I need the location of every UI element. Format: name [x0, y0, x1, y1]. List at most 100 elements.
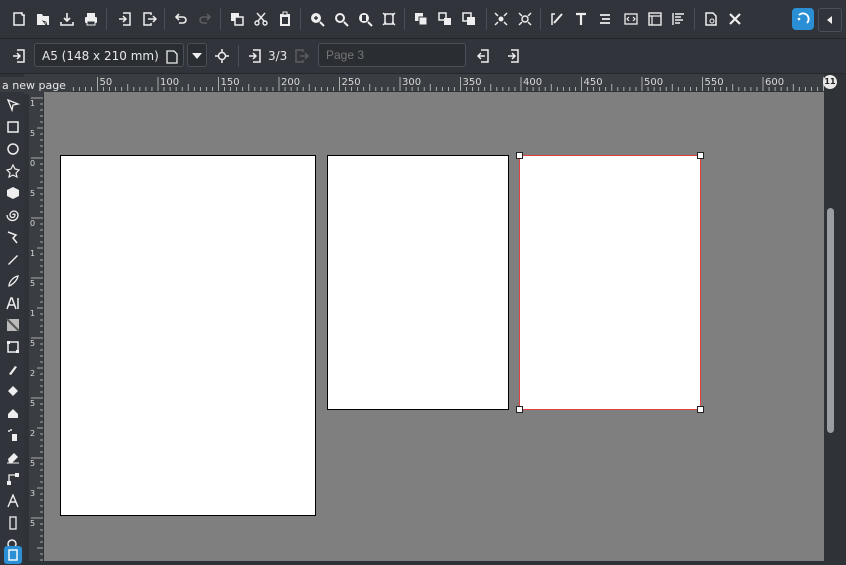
separator — [540, 8, 541, 30]
import-icon[interactable] — [114, 8, 136, 30]
lpe-tool-icon[interactable] — [4, 492, 22, 510]
ruler-label: 5 — [30, 279, 35, 288]
undo-icon[interactable] — [170, 8, 192, 30]
star-tool-icon[interactable] — [4, 162, 22, 180]
command-bar — [0, 0, 846, 39]
resize-handle[interactable] — [697, 406, 704, 413]
snap-bbox-icon[interactable] — [514, 8, 536, 30]
resize-handle[interactable] — [516, 406, 523, 413]
open-document-icon[interactable] — [32, 8, 54, 30]
page-3[interactable] — [519, 155, 701, 410]
eraser-tool-icon[interactable] — [4, 448, 22, 466]
vertical-ruler[interactable]: 1 5 0 5 0 1 5 1 5 2 5 2 5 3 5 — [29, 92, 43, 561]
horizontal-ruler-ticks: 050100150200250300350400450500550600 — [36, 77, 824, 91]
align-icon[interactable] — [594, 8, 616, 30]
ruler-label: 5 — [30, 519, 35, 528]
zoom-badge: 11 — [823, 75, 837, 89]
move-page-back-icon[interactable] — [472, 45, 494, 67]
previous-page-icon[interactable] — [244, 45, 266, 67]
tool-controls-bar: A5 (148 x 210 mm) 3/3 — [0, 39, 846, 74]
ruler-label: 0 — [30, 219, 35, 228]
add-page-icon[interactable] — [8, 45, 30, 67]
3d-box-tool-icon[interactable] — [4, 184, 22, 202]
page-2[interactable] — [327, 155, 509, 410]
layers-icon[interactable] — [668, 8, 690, 30]
gradient-tool-icon[interactable] — [4, 316, 22, 334]
connector-tool-icon[interactable] — [4, 470, 22, 488]
ruler-label: 500 — [644, 77, 663, 88]
ruler-label: 1 — [30, 249, 35, 258]
next-page-icon[interactable] — [290, 45, 312, 67]
rectangle-tool-icon[interactable] — [4, 118, 22, 136]
separator — [238, 45, 239, 67]
ruler-label: 5 — [30, 129, 35, 138]
ruler-label: 600 — [765, 77, 784, 88]
separator — [486, 8, 487, 30]
zoom-fit-icon[interactable] — [378, 8, 400, 30]
page-size-value: A5 (148 x 210 mm) — [42, 49, 159, 63]
text-icon[interactable] — [570, 8, 592, 30]
edit-path-icon[interactable] — [546, 8, 568, 30]
snap-nodes-icon[interactable] — [490, 8, 512, 30]
zoom-page-icon[interactable] — [354, 8, 376, 30]
xml-editor-icon[interactable] — [620, 8, 642, 30]
move-page-forward-icon[interactable] — [502, 45, 524, 67]
mesh-tool-icon[interactable] — [4, 338, 22, 356]
ruler-label: 300 — [402, 77, 421, 88]
spray-tool-icon[interactable] — [4, 426, 22, 444]
selector-tool-icon[interactable] — [4, 96, 22, 114]
page-size-dropdown[interactable] — [187, 43, 207, 67]
ruler-label: 3 — [30, 489, 35, 498]
ruler-label: 350 — [463, 77, 482, 88]
document-properties-icon[interactable] — [700, 8, 722, 30]
page-1[interactable] — [60, 155, 316, 516]
redo-icon[interactable] — [194, 8, 216, 30]
separator — [300, 8, 301, 30]
page-orientation-icon[interactable] — [166, 48, 178, 72]
spiral-tool-icon[interactable] — [4, 206, 22, 224]
separator — [220, 8, 221, 30]
resize-handle[interactable] — [516, 152, 523, 159]
snap-toggle-icon[interactable] — [792, 8, 814, 30]
save-document-icon[interactable] — [56, 8, 78, 30]
text-tool-icon[interactable] — [4, 294, 22, 312]
collapse-panel-icon[interactable] — [818, 8, 842, 32]
ruler-label: 150 — [221, 77, 240, 88]
pencil-tool-icon[interactable] — [4, 250, 22, 268]
page-counter: 3/3 — [268, 49, 288, 63]
new-document-icon[interactable] — [8, 8, 30, 30]
paste-icon[interactable] — [274, 8, 296, 30]
ruler-label: 5 — [30, 189, 35, 198]
page-size-select[interactable]: A5 (148 x 210 mm) — [34, 43, 184, 67]
group-icon[interactable] — [410, 8, 432, 30]
calligraphy-tool-icon[interactable] — [4, 272, 22, 290]
objects-icon[interactable] — [644, 8, 666, 30]
bring-front-icon[interactable] — [458, 8, 480, 30]
copy-icon[interactable] — [226, 8, 248, 30]
bezier-tool-icon[interactable] — [4, 228, 22, 246]
horizontal-ruler[interactable]: 050100150200250300350400450500550600 — [24, 74, 824, 91]
drawing-canvas[interactable] — [44, 92, 824, 561]
ruler-label: 1 — [30, 99, 35, 108]
ungroup-icon[interactable] — [434, 8, 456, 30]
ruler-label: 0 — [30, 159, 35, 168]
page-margins-icon[interactable] — [211, 45, 233, 67]
paint-bucket-tool-icon[interactable] — [4, 382, 22, 400]
ruler-label: 450 — [584, 77, 603, 88]
vertical-scrollbar-thumb[interactable] — [827, 208, 834, 433]
resize-handle[interactable] — [697, 152, 704, 159]
ruler-label: 5 — [30, 339, 35, 348]
zoom-out-icon[interactable] — [330, 8, 352, 30]
tweak-tool-icon[interactable] — [4, 404, 22, 422]
pages-tool-icon[interactable] — [4, 546, 22, 564]
preferences-icon[interactable] — [724, 8, 746, 30]
dropper-tool-icon[interactable] — [4, 360, 22, 378]
ellipse-tool-icon[interactable] — [4, 140, 22, 158]
page-label-input[interactable] — [318, 43, 466, 67]
cut-icon[interactable] — [250, 8, 272, 30]
ruler-label: 50 — [100, 77, 113, 88]
export-icon[interactable] — [138, 8, 160, 30]
measure-tool-icon[interactable] — [4, 514, 22, 532]
print-icon[interactable] — [80, 8, 102, 30]
zoom-in-icon[interactable] — [306, 8, 328, 30]
